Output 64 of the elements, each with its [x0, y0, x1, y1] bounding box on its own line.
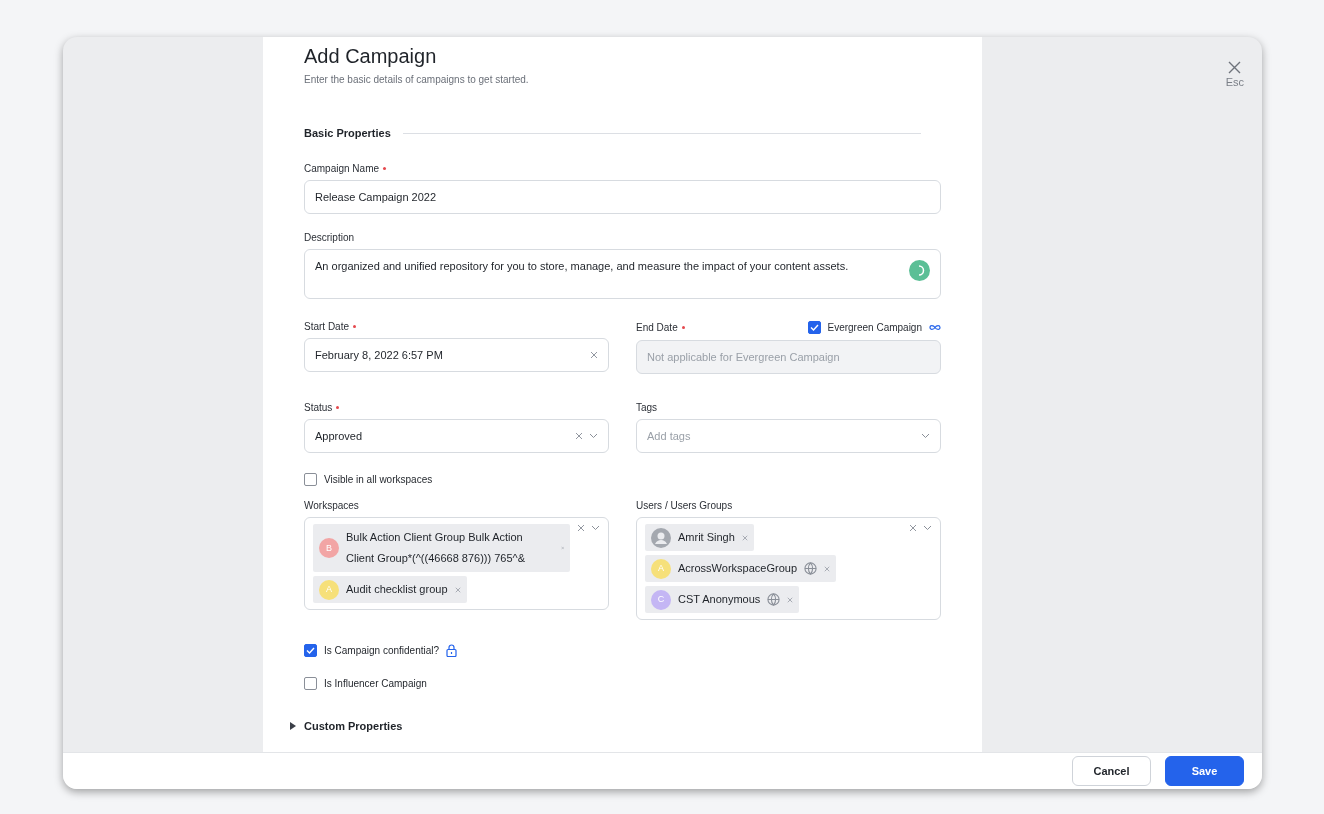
checkbox[interactable] [304, 644, 317, 657]
initial-avatar: A [651, 558, 671, 579]
lock-icon [446, 644, 458, 657]
checkbox[interactable] [304, 677, 317, 690]
checkbox-label: Visible in all workspaces [324, 474, 433, 485]
field-label: Tags [636, 402, 658, 413]
field-placeholder: Not applicable for Evergreen Campaign [647, 351, 841, 363]
save-button[interactable]: Save [1165, 756, 1244, 786]
chevron-down-icon[interactable] [921, 433, 930, 439]
checkbox[interactable] [304, 473, 317, 486]
chip-label: Audit checklist group [346, 582, 448, 597]
checkbox[interactable] [807, 321, 821, 334]
checkbox-label: Evergreen Campaign [827, 322, 922, 333]
field-label: Status [304, 402, 333, 413]
field-label: Start Date [304, 321, 350, 332]
field-value: An organized and unified repository for you to store, manage, and measure the impact of your content assets. [315, 260, 850, 272]
modal-subtitle: Enter the basic details of campaigns to get started. [304, 74, 530, 85]
field-label: Description [304, 232, 355, 243]
date-field[interactable]: February 8, 2022 6:57 PM [304, 338, 609, 372]
initial-avatar: C [651, 589, 671, 610]
cancel-button[interactable]: Cancel [1072, 756, 1151, 786]
field-value: February 8, 2022 6:57 PM [315, 349, 444, 361]
checkbox-label: Is Campaign confidential? [324, 645, 440, 656]
field-label: Campaign Name [304, 163, 380, 174]
initial-avatar: B [319, 538, 339, 558]
globe-icon [767, 593, 781, 606]
field-value: Release Campaign 2022 [315, 191, 438, 203]
multi-select-field[interactable]: Amrit Singh A AcrossWorkspaceGroup C CST Anonymous [636, 517, 941, 620]
clear-icon[interactable] [575, 432, 583, 440]
text-area[interactable]: An organized and unified repository for you to store, manage, and measure the impact of your content assets. [304, 249, 941, 299]
close-button[interactable]: Esc [1225, 61, 1244, 88]
checkbox-label: Is Influencer Campaign [324, 678, 427, 689]
chevron-down-icon[interactable] [923, 525, 932, 531]
chip-label: Amrit Singh [678, 530, 735, 545]
clear-icon[interactable] [787, 596, 794, 603]
clear-icon[interactable] [909, 524, 917, 532]
caret-icon [290, 722, 296, 730]
infinity-icon [929, 324, 941, 331]
clear-icon[interactable] [741, 534, 748, 541]
field-label: End Date [636, 322, 678, 333]
globe-icon [804, 562, 817, 575]
chip-label: Bulk Action Client Group Bulk Action Client Group*(^((46668 876))) 765^& [346, 530, 527, 566]
field-label: Users / Users Groups [636, 500, 733, 511]
input-field[interactable]: Release Campaign 2022 [304, 180, 941, 214]
chevron-down-icon[interactable] [591, 525, 600, 531]
field-placeholder: Add tags [647, 430, 692, 442]
clear-icon[interactable] [590, 351, 598, 359]
modal-title: Add Campaign [304, 45, 438, 68]
clear-icon[interactable] [824, 565, 830, 572]
initial-avatar: A [319, 579, 339, 600]
field-label: Workspaces [304, 500, 359, 511]
chip-label: AcrossWorkspaceGroup [678, 561, 797, 576]
loading-spinner-icon [909, 260, 930, 281]
section-title: Basic Properties [304, 127, 391, 139]
user-avatar-icon [651, 527, 671, 548]
chip-label: CST Anonymous [678, 592, 761, 607]
field-value: Approved [315, 430, 364, 442]
close-icon [1228, 61, 1242, 74]
select-field[interactable]: Approved [304, 419, 609, 453]
multi-select-field[interactable]: B Bulk Action Client Group Bulk Action Client Group*(^((46668 876))) 765^& A Audit checklist group [304, 517, 609, 610]
clear-icon[interactable] [454, 586, 461, 593]
expander-toggle[interactable]: Custom Properties [290, 720, 941, 732]
clear-icon[interactable] [577, 524, 585, 532]
chevron-down-icon[interactable] [589, 433, 598, 439]
